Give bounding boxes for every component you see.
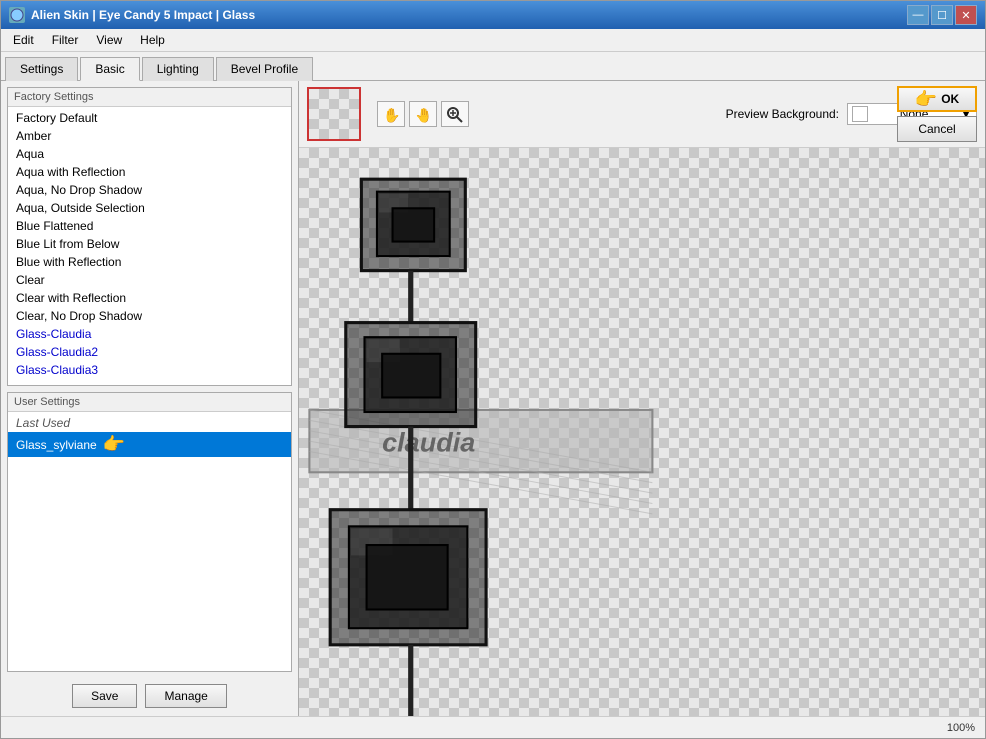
list-item[interactable]: Aqua — [8, 145, 291, 163]
selected-item-label: Glass_sylviane — [16, 438, 97, 452]
list-item[interactable]: Aqua, Outside Selection — [8, 199, 291, 217]
tabs-bar: Settings Basic Lighting Bevel Profile — [1, 52, 985, 81]
ok-label: OK — [941, 92, 959, 106]
save-button[interactable]: Save — [72, 684, 137, 708]
right-top-bar: ✋ 🤚 — [299, 81, 985, 148]
ok-button[interactable]: 👉 OK — [897, 86, 977, 112]
menu-bar: Edit Filter View Help — [1, 29, 985, 52]
list-item[interactable]: Glass-Claudia2 — [8, 343, 291, 361]
list-item[interactable]: Clear — [8, 271, 291, 289]
last-used-header: Last Used — [8, 414, 291, 432]
preview-area[interactable]: claudia — [299, 148, 985, 716]
list-item[interactable]: Aqua, No Drop Shadow — [8, 181, 291, 199]
factory-settings-header: Factory Settings — [8, 88, 291, 107]
svg-text:🤚: 🤚 — [415, 107, 432, 123]
preview-canvas: claudia — [299, 148, 985, 716]
user-settings-section: User Settings Last Used Glass_sylviane 👉 — [7, 392, 292, 672]
tab-basic[interactable]: Basic — [80, 57, 139, 81]
color-swatch — [852, 106, 868, 122]
right-panel: ✋ 🤚 — [299, 81, 985, 716]
list-item[interactable]: Clear, No Drop Shadow — [8, 307, 291, 325]
zoom-tool-icon[interactable] — [441, 101, 469, 127]
tab-bevel-profile[interactable]: Bevel Profile — [216, 57, 313, 81]
user-settings-list[interactable]: Last Used Glass_sylviane 👉 — [8, 412, 291, 671]
window-controls: — ☐ ✕ — [907, 5, 977, 25]
move-tool-icon[interactable]: ✋ — [377, 101, 405, 127]
menu-help[interactable]: Help — [132, 31, 173, 49]
close-button[interactable]: ✕ — [955, 5, 977, 25]
list-item[interactable]: Blue with Reflection — [8, 253, 291, 271]
preview-wrapper: claudia — [299, 148, 985, 716]
user-settings-header: User Settings — [8, 393, 291, 412]
manage-button[interactable]: Manage — [145, 684, 226, 708]
zoom-level: 100% — [947, 722, 975, 734]
tab-lighting[interactable]: Lighting — [142, 57, 214, 81]
bottom-buttons: Save Manage — [7, 678, 292, 710]
menu-filter[interactable]: Filter — [44, 31, 87, 49]
list-item[interactable]: Blue Flattened — [8, 217, 291, 235]
toolbar-icons: ✋ 🤚 — [377, 101, 469, 127]
app-icon — [9, 7, 25, 23]
list-item[interactable]: Amber — [8, 127, 291, 145]
svg-text:claudia: claudia — [382, 428, 475, 458]
cancel-button[interactable]: Cancel — [897, 116, 977, 142]
preview-thumbnail — [307, 87, 361, 141]
factory-settings-list[interactable]: Factory Default Amber Aqua Aqua with Ref… — [8, 107, 291, 385]
status-bar: 100% — [1, 716, 985, 738]
left-panel: Factory Settings Factory Default Amber A… — [1, 81, 299, 716]
user-setting-selected[interactable]: Glass_sylviane 👉 — [8, 432, 291, 457]
list-item[interactable]: Blue Lit from Below — [8, 235, 291, 253]
hand-pointer-icon: 👉 — [103, 434, 125, 455]
main-content: Factory Settings Factory Default Amber A… — [1, 81, 985, 716]
factory-settings-section: Factory Settings Factory Default Amber A… — [7, 87, 292, 386]
preview-background-label: Preview Background: — [726, 107, 839, 121]
minimize-button[interactable]: — — [907, 5, 929, 25]
menu-edit[interactable]: Edit — [5, 31, 42, 49]
title-bar: Alien Skin | Eye Candy 5 Impact | Glass … — [1, 1, 985, 29]
maximize-button[interactable]: ☐ — [931, 5, 953, 25]
window-title: Alien Skin | Eye Candy 5 Impact | Glass — [31, 8, 907, 22]
list-item[interactable]: Aqua with Reflection — [8, 163, 291, 181]
list-item[interactable]: Glass-Claudia — [8, 325, 291, 343]
main-window: Alien Skin | Eye Candy 5 Impact | Glass … — [0, 0, 986, 739]
list-item[interactable]: Glass-Claudia3 — [8, 361, 291, 379]
tab-settings[interactable]: Settings — [5, 57, 78, 81]
list-item[interactable]: Factory Default — [8, 109, 291, 127]
ok-cancel-panel: 👉 OK Cancel — [897, 86, 977, 142]
pan-tool-icon[interactable]: 🤚 — [409, 101, 437, 127]
menu-view[interactable]: View — [88, 31, 130, 49]
list-item[interactable]: Clear with Reflection — [8, 289, 291, 307]
svg-text:✋: ✋ — [383, 107, 400, 123]
